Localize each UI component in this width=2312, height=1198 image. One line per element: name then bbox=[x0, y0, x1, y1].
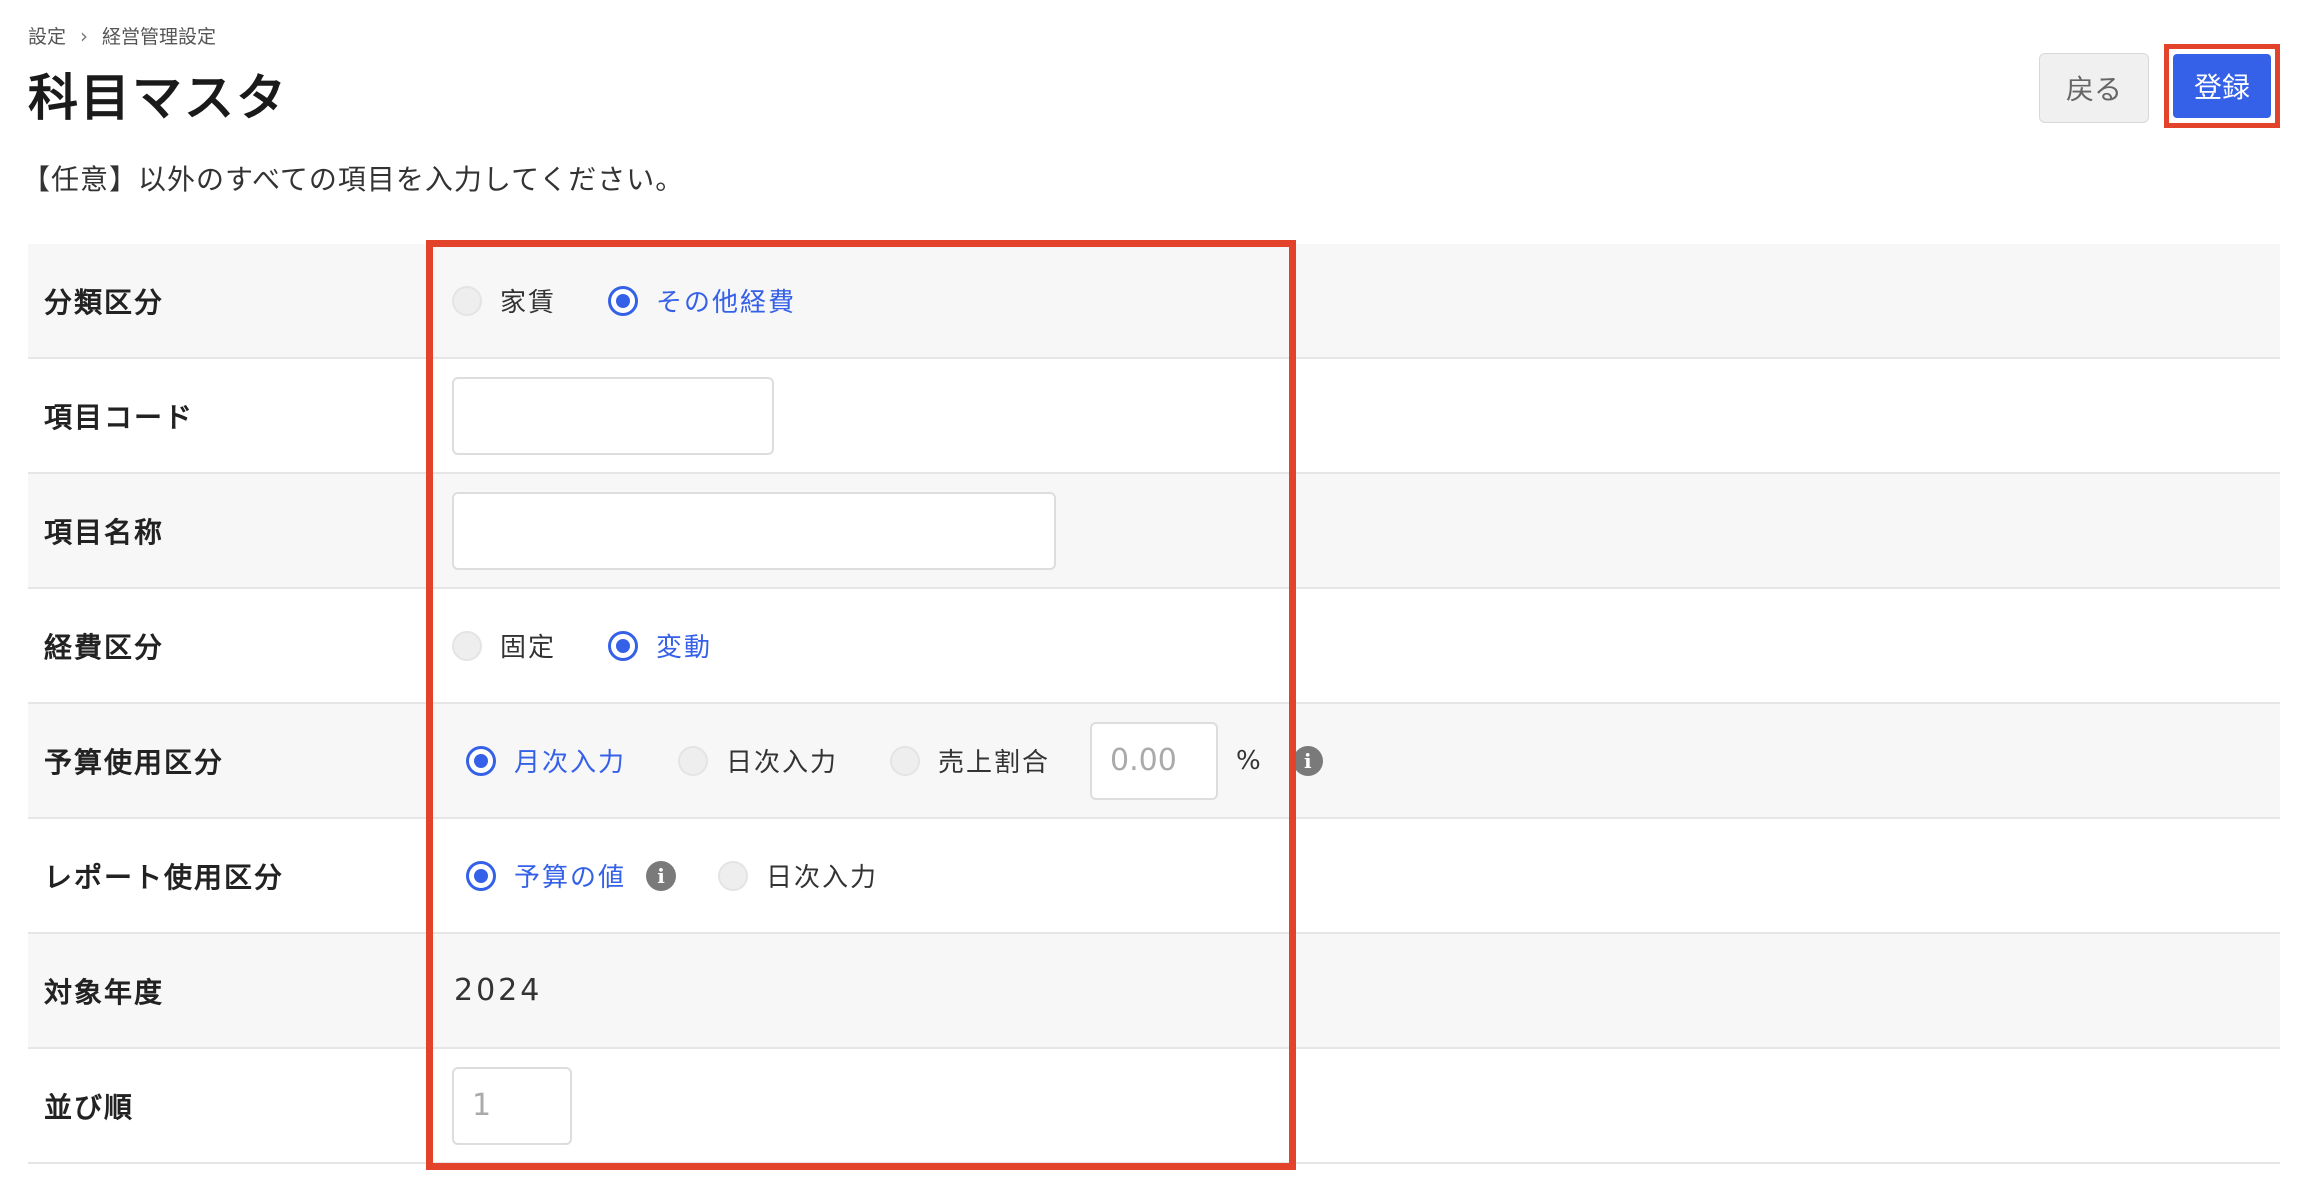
radio-circle-icon bbox=[890, 745, 921, 776]
row-expense-type: 経費区分 固定 変動 bbox=[28, 589, 2280, 704]
label-budget-usage: 予算使用区分 bbox=[44, 745, 225, 779]
ratio-input[interactable]: 0.00 bbox=[1090, 721, 1219, 800]
radio-other-expenses[interactable]: その他経費 bbox=[608, 282, 796, 319]
sort-order-input[interactable]: 1 bbox=[452, 1066, 572, 1145]
radio-selected-icon bbox=[608, 630, 639, 661]
form-table: 分類区分 家賃 その他経費 項目コード 項目名称 経費区分 固定 変動 予算使用… bbox=[28, 244, 2280, 1164]
radio-selected-icon bbox=[608, 285, 639, 316]
label-item-name: 項目名称 bbox=[44, 515, 165, 549]
row-budget-usage: 予算使用区分 月次入力 日次入力 売上割合 0.00 % i bbox=[28, 704, 2280, 819]
row-target-year: 対象年度 2024 bbox=[28, 934, 2280, 1049]
instruction-text: 【任意】以外のすべての項目を入力してください。 bbox=[22, 163, 685, 196]
radio-sales-ratio[interactable]: 売上割合 bbox=[890, 742, 1050, 779]
radio-daily-input[interactable]: 日次入力 bbox=[678, 742, 838, 779]
chevron-right-icon: › bbox=[80, 23, 89, 48]
radio-variable[interactable]: 変動 bbox=[608, 627, 712, 664]
item-code-input[interactable] bbox=[452, 376, 774, 455]
radio-circle-icon bbox=[678, 745, 709, 776]
row-item-code: 項目コード bbox=[28, 359, 2280, 474]
radio-circle-icon bbox=[452, 285, 482, 316]
radio-monthly-input[interactable]: 月次入力 bbox=[466, 742, 626, 779]
row-report-usage: レポート使用区分 予算の値 i 日次入力 bbox=[28, 819, 2280, 934]
label-report-usage: レポート使用区分 bbox=[44, 860, 285, 894]
row-category: 分類区分 家賃 その他経費 bbox=[28, 244, 2280, 359]
label-expense-type: 経費区分 bbox=[44, 630, 165, 664]
row-item-name: 項目名称 bbox=[28, 474, 2280, 589]
info-icon[interactable]: i bbox=[1292, 745, 1323, 776]
label-item-code: 項目コード bbox=[44, 400, 195, 434]
info-icon[interactable]: i bbox=[646, 860, 677, 891]
radio-circle-icon bbox=[452, 630, 482, 661]
radio-selected-icon bbox=[466, 860, 496, 891]
radio-selected-icon bbox=[466, 745, 496, 776]
radio-circle-icon bbox=[718, 860, 749, 891]
percent-unit: % bbox=[1236, 745, 1261, 776]
register-button-highlight: 登録 bbox=[2164, 44, 2280, 128]
radio-rent[interactable]: 家賃 bbox=[452, 282, 556, 319]
breadcrumb: 設定 › 経営管理設定 bbox=[28, 22, 216, 49]
radio-fixed[interactable]: 固定 bbox=[452, 627, 556, 664]
label-target-year: 対象年度 bbox=[44, 975, 165, 1009]
back-button[interactable]: 戻る bbox=[2039, 53, 2149, 123]
item-name-input[interactable] bbox=[452, 491, 1056, 570]
target-year-value: 2024 bbox=[454, 973, 543, 1008]
register-button[interactable]: 登録 bbox=[2173, 54, 2271, 118]
breadcrumb-settings[interactable]: 設定 bbox=[28, 22, 66, 49]
breadcrumb-management-settings[interactable]: 経営管理設定 bbox=[102, 22, 216, 49]
radio-report-daily-input[interactable]: 日次入力 bbox=[718, 857, 878, 894]
radio-budget-value[interactable]: 予算の値 bbox=[466, 857, 626, 894]
label-sort-order: 並び順 bbox=[44, 1090, 135, 1124]
page-title: 科目マスタ bbox=[28, 69, 288, 127]
row-sort-order: 並び順 1 bbox=[28, 1049, 2280, 1164]
label-category: 分類区分 bbox=[44, 285, 165, 319]
